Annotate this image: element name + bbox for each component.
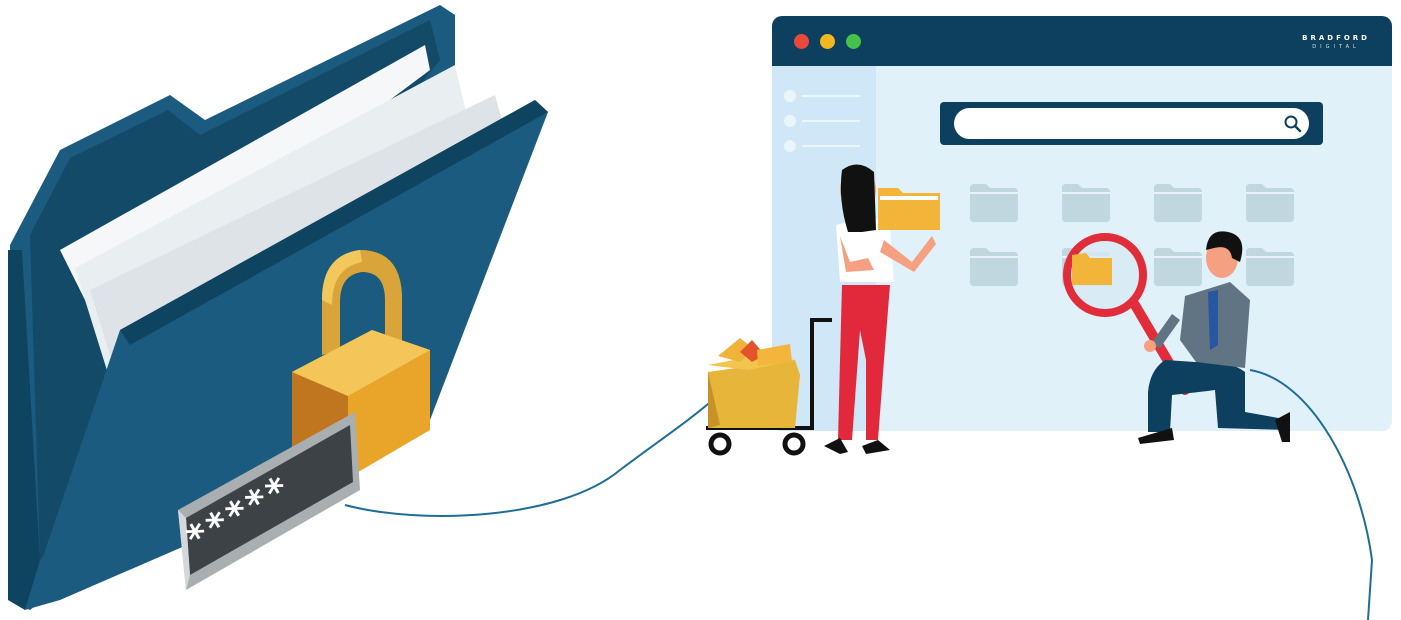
held-folder-icon [878,188,940,230]
connector-line [1249,369,1374,620]
man-figure [1063,231,1290,444]
illustration-scene: BRADFORD DIGITAL ***** [0,0,1401,620]
illustration-layer: ***** [8,5,1374,620]
hand-cart-illustration [706,318,832,456]
woman-figure [824,164,940,454]
